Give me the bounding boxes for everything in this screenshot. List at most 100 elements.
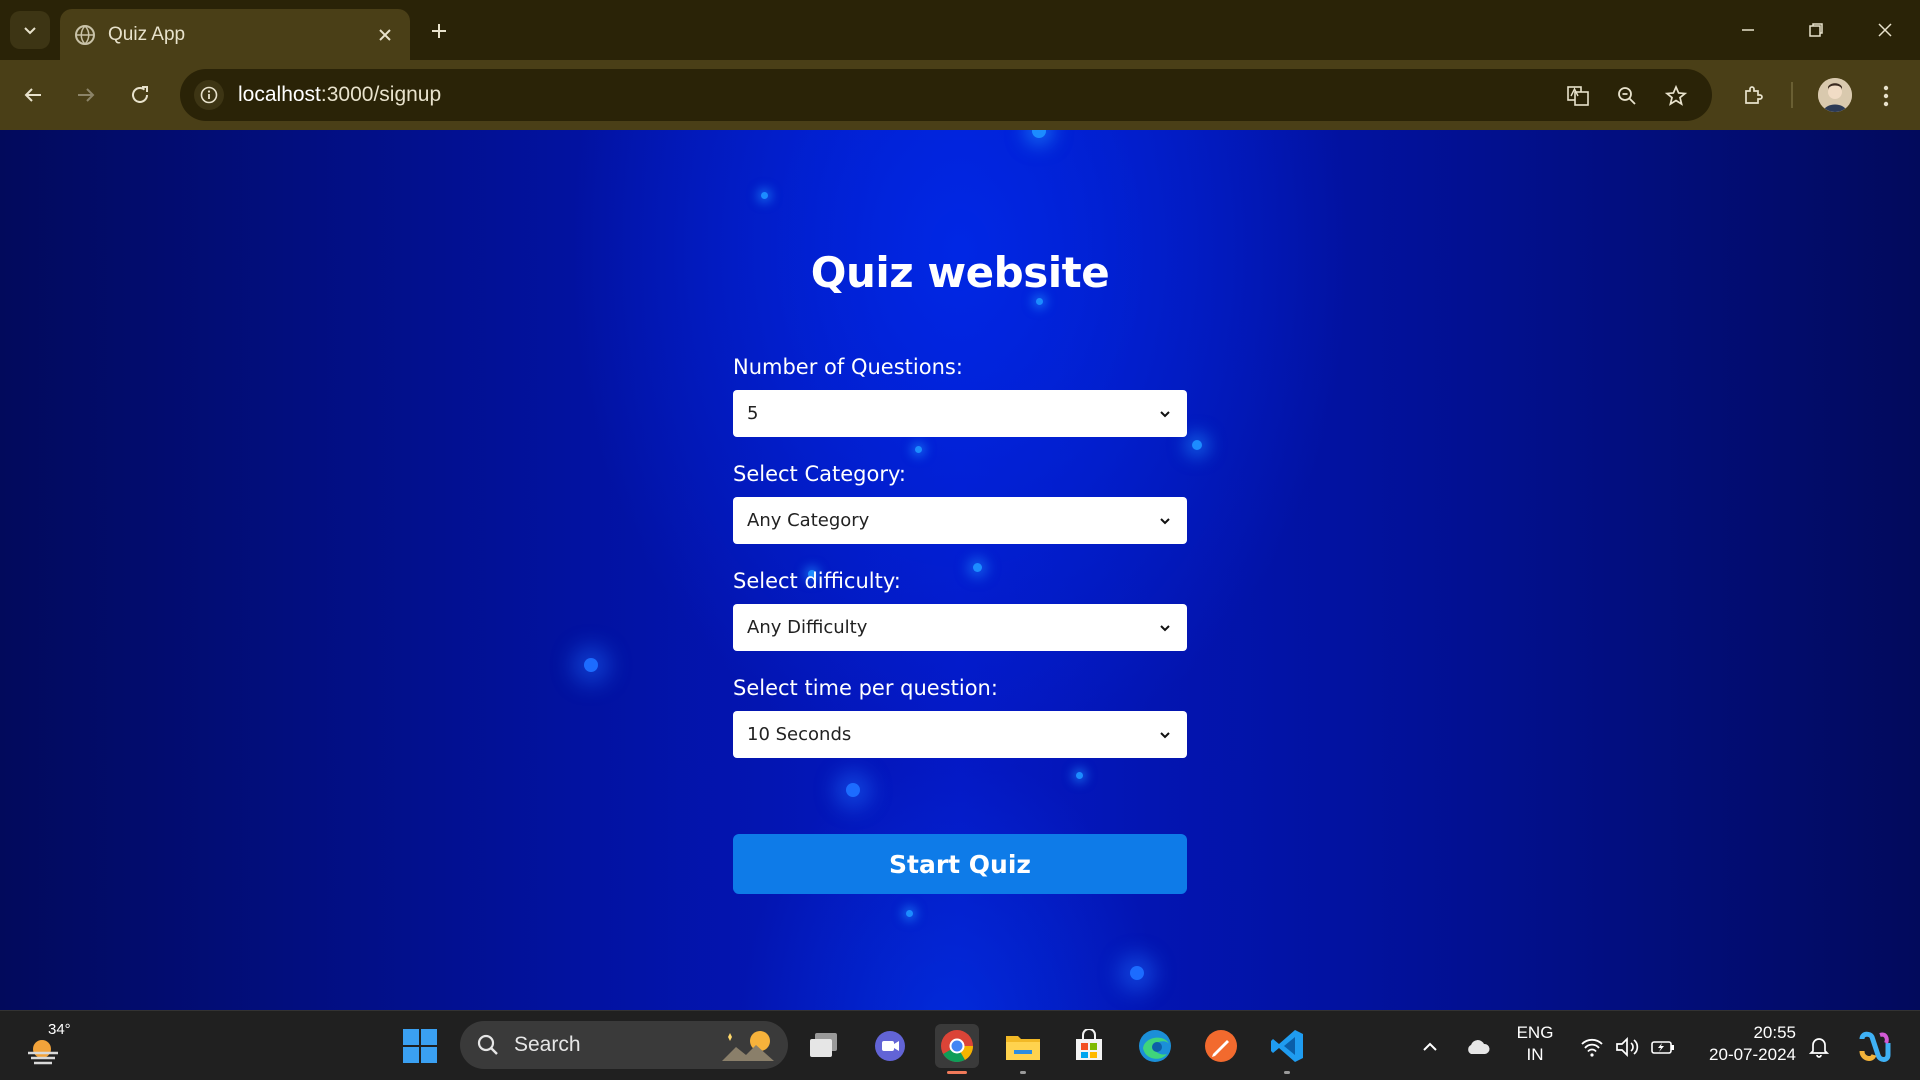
language-code: ENG: [1516, 1023, 1554, 1042]
close-icon: [379, 28, 391, 41]
browser-menu-button[interactable]: [1868, 78, 1904, 114]
questions-count-label: Number of Questions:: [733, 355, 963, 379]
profile-avatar-icon: [1818, 78, 1852, 112]
difficulty-select[interactable]: Any Difficulty: [733, 604, 1187, 651]
clock-time: 20:55: [1753, 1023, 1796, 1042]
minimize-button[interactable]: [1720, 8, 1776, 52]
copilot-button[interactable]: [1856, 1029, 1892, 1065]
search-icon: [477, 1034, 498, 1055]
forward-button[interactable]: [67, 76, 105, 114]
bookmark-button[interactable]: [1659, 79, 1693, 113]
file-explorer-icon: [1006, 1036, 1040, 1060]
extensions-icon: [1745, 86, 1763, 104]
chevron-down-icon: [1157, 727, 1173, 743]
particle-glow: [1130, 966, 1144, 980]
address-bar[interactable]: localhost:3000/signup: [180, 69, 1712, 121]
active-app-indicator: [947, 1071, 967, 1074]
clock-date: 20-07-2024: [1709, 1045, 1796, 1064]
browser-tab[interactable]: Quiz App: [60, 9, 410, 60]
browser-tabstrip: Quiz App: [0, 0, 1920, 60]
chevron-down-icon: [1157, 406, 1173, 422]
chrome-taskbar-button[interactable]: [935, 1024, 979, 1074]
volume-button[interactable]: [1613, 1035, 1641, 1059]
onedrive-button[interactable]: [1464, 1035, 1492, 1059]
particle-glow: [906, 910, 913, 917]
info-icon: [200, 86, 218, 104]
difficulty-label: Select difficulty:: [733, 569, 901, 593]
running-app-indicator: [1284, 1071, 1290, 1074]
task-view-button[interactable]: [802, 1024, 846, 1068]
url-host: localhost: [238, 83, 321, 106]
quiz-settings-form: Number of Questions: 5 Select Category: …: [733, 356, 1187, 784]
start-button[interactable]: [398, 1024, 442, 1068]
start-quiz-button[interactable]: Start Quiz: [733, 834, 1187, 894]
url-path: :3000/signup: [320, 83, 442, 106]
bell-icon: [1809, 1038, 1829, 1058]
particle-glow: [1032, 130, 1046, 138]
translate-icon: [1567, 86, 1589, 106]
category-value: Any Category: [747, 510, 870, 531]
category-select[interactable]: Any Category: [733, 497, 1187, 544]
windows-start-icon: [403, 1029, 437, 1063]
star-icon: [1664, 84, 1688, 106]
windows-taskbar: 34° Search ENG IN 20:55 20-07-2024: [0, 1010, 1920, 1080]
kebab-menu-icon: [1883, 85, 1889, 107]
show-hidden-icons-button[interactable]: [1416, 1035, 1444, 1059]
edge-icon: [1139, 1030, 1171, 1062]
language-indicator[interactable]: ENG IN: [1510, 1022, 1560, 1066]
tab-search-icon: [24, 27, 36, 35]
new-tab-button[interactable]: [422, 14, 456, 48]
restore-button[interactable]: [1788, 8, 1844, 52]
battery-icon: [1651, 1041, 1674, 1054]
tab-close-button[interactable]: [374, 24, 396, 46]
browser-toolbar: localhost:3000/signup: [0, 60, 1920, 130]
time-per-question-select[interactable]: 10 Seconds: [733, 711, 1187, 758]
copilot-icon: [1859, 1031, 1891, 1062]
url-text: localhost:3000/signup: [238, 83, 441, 107]
tab-search-button[interactable]: [10, 11, 50, 49]
zoom-button[interactable]: [1610, 79, 1644, 113]
reload-button[interactable]: [121, 76, 159, 114]
quiz-page: Quiz website Number of Questions: 5 Sele…: [0, 130, 1920, 1010]
microsoft-store-button[interactable]: [1067, 1024, 1111, 1068]
weather-temperature: 34°: [48, 1021, 71, 1038]
particle-glow: [584, 658, 598, 672]
translate-button[interactable]: [1561, 79, 1595, 113]
restore-icon: [1809, 23, 1823, 37]
toolbar-separator: [1791, 82, 1793, 108]
notifications-button[interactable]: [1805, 1035, 1833, 1059]
minimize-icon: [1742, 29, 1754, 31]
wifi-button[interactable]: [1578, 1035, 1606, 1059]
tab-title: Quiz App: [108, 23, 186, 45]
time-per-question-value: 10 Seconds: [747, 724, 852, 745]
clock[interactable]: 20:55 20-07-2024: [1696, 1022, 1796, 1066]
extensions-button[interactable]: [1735, 78, 1771, 114]
weather-widget[interactable]: 34°: [24, 1021, 84, 1071]
back-arrow-icon: [24, 88, 41, 102]
wifi-icon: [1581, 1038, 1603, 1057]
pen-app-icon: [1205, 1030, 1237, 1062]
teams-chat-button[interactable]: [868, 1024, 912, 1068]
vscode-icon: [1271, 1030, 1303, 1062]
profile-avatar[interactable]: [1818, 78, 1852, 112]
search-highlight-icon: [722, 1031, 774, 1061]
taskbar-search[interactable]: Search: [460, 1021, 788, 1069]
chat-icon: [875, 1031, 905, 1061]
category-label: Select Category:: [733, 462, 906, 486]
forward-arrow-icon: [78, 88, 95, 102]
particle-glow: [761, 192, 768, 199]
edge-button[interactable]: [1133, 1024, 1177, 1068]
close-window-button[interactable]: [1857, 8, 1913, 52]
vscode-button[interactable]: [1265, 1024, 1309, 1074]
running-app-indicator: [1020, 1071, 1026, 1074]
site-info-button[interactable]: [194, 80, 224, 110]
file-explorer-button[interactable]: [1001, 1024, 1045, 1074]
questions-count-select[interactable]: 5: [733, 390, 1187, 437]
back-button[interactable]: [14, 76, 52, 114]
chrome-icon: [941, 1030, 974, 1063]
close-icon: [1878, 23, 1892, 37]
globe-icon: [75, 24, 95, 45]
battery-button[interactable]: [1649, 1035, 1677, 1059]
particle-glow: [1192, 440, 1202, 450]
drawing-app-button[interactable]: [1199, 1024, 1243, 1068]
